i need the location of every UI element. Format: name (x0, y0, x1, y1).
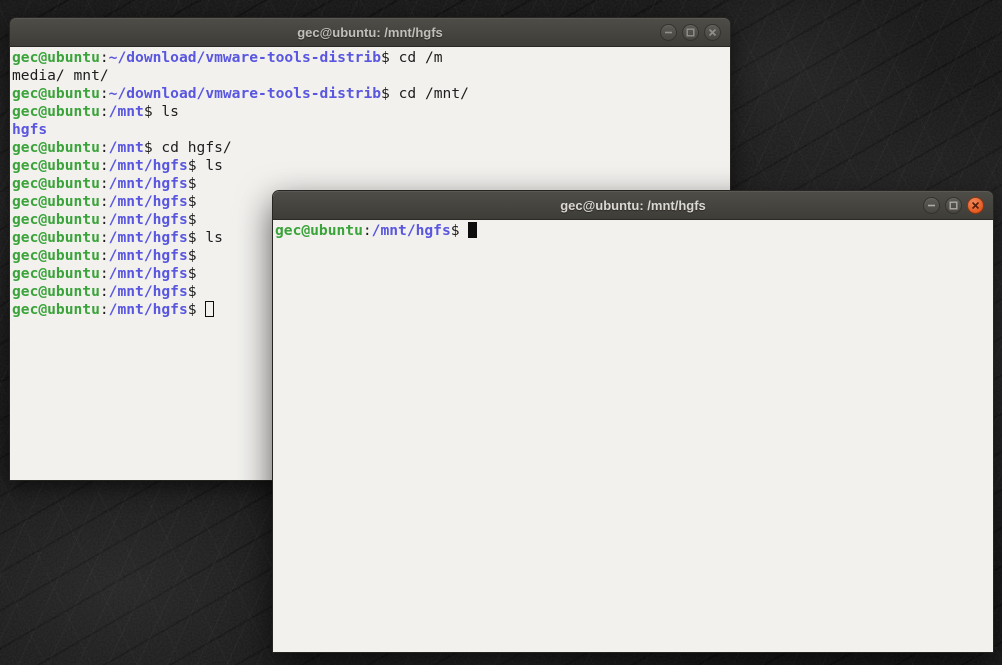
window-title: gec@ubuntu: /mnt/hgfs (273, 191, 993, 219)
window-title: gec@ubuntu: /mnt/hgfs (10, 18, 730, 46)
window-controls (660, 18, 721, 46)
terminal-line: gec@ubuntu:~/download/vmware-tools-distr… (12, 85, 730, 103)
maximize-icon (686, 28, 695, 37)
window-controls (923, 191, 984, 219)
terminal-line: hgfs (12, 121, 730, 139)
minimize-button[interactable] (660, 24, 677, 41)
titlebar[interactable]: gec@ubuntu: /mnt/hgfs (10, 18, 730, 47)
terminal-line: gec@ubuntu:/mnt/hgfs$ ls (12, 157, 730, 175)
terminal-line: media/ mnt/ (12, 67, 730, 85)
maximize-button[interactable] (945, 197, 962, 214)
terminal-cursor (205, 301, 214, 317)
close-button[interactable] (967, 197, 984, 214)
close-button[interactable] (704, 24, 721, 41)
maximize-icon (949, 201, 958, 210)
terminal-output[interactable]: gec@ubuntu:/mnt/hgfs$ (273, 220, 993, 652)
terminal-cursor (468, 222, 477, 238)
terminal-line: gec@ubuntu:~/download/vmware-tools-distr… (12, 49, 730, 67)
terminal-window-foreground[interactable]: gec@ubuntu: /mnt/hgfs gec@ubuntu:/mnt/hg… (272, 190, 994, 653)
terminal-line: gec@ubuntu:/mnt$ ls (12, 103, 730, 121)
terminal-line: gec@ubuntu:/mnt/hgfs$ (275, 222, 993, 240)
minimize-button[interactable] (923, 197, 940, 214)
desktop: gec@ubuntu: /mnt/hgfs gec@ubuntu:~/downl… (0, 0, 1002, 665)
maximize-button[interactable] (682, 24, 699, 41)
close-icon (971, 201, 980, 210)
titlebar[interactable]: gec@ubuntu: /mnt/hgfs (273, 191, 993, 220)
minimize-icon (664, 28, 673, 37)
close-icon (708, 28, 717, 37)
minimize-icon (927, 201, 936, 210)
terminal-line: gec@ubuntu:/mnt$ cd hgfs/ (12, 139, 730, 157)
